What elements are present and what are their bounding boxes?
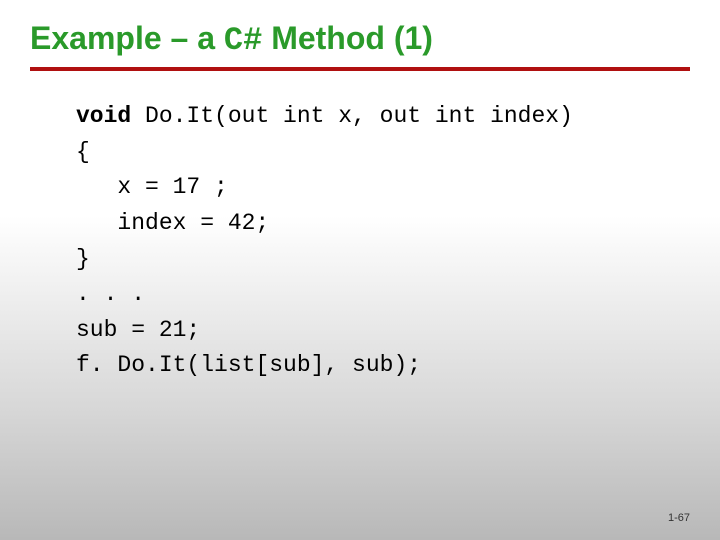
title-rule — [30, 67, 690, 71]
code-block: void Do.It(out int x, out int index) { x… — [76, 99, 690, 384]
code-line-7: sub = 21; — [76, 317, 200, 343]
code-line-1-rest: Do.It(out int x, out int index) — [131, 103, 573, 129]
code-line-4: index = 42; — [76, 210, 269, 236]
title-suffix: Method (1) — [262, 20, 433, 56]
code-line-2: { — [76, 139, 90, 165]
code-keyword: void — [76, 103, 131, 129]
slide-title: Example – a C# Method (1) — [30, 20, 690, 59]
code-line-3: x = 17 ; — [76, 174, 228, 200]
code-line-5: } — [76, 246, 90, 272]
code-line-6: . . . — [76, 281, 145, 307]
title-prefix: Example – a — [30, 20, 224, 56]
title-mono: C# — [224, 22, 262, 59]
page-number: 1-67 — [668, 512, 690, 524]
code-line-8: f. Do.It(list[sub], sub); — [76, 352, 421, 378]
slide: Example – a C# Method (1) void Do.It(out… — [0, 0, 720, 540]
